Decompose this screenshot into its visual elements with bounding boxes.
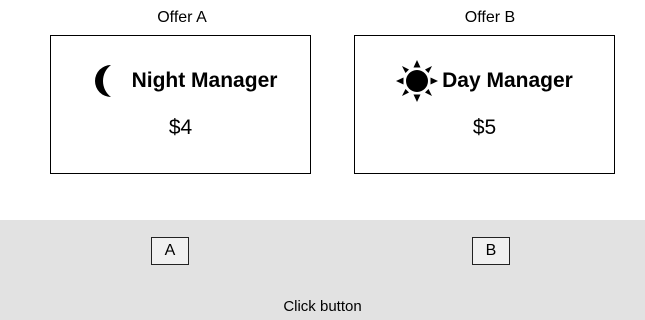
offer-choice-screen: Offer A Offer B Night Manager $4 Day Man… bbox=[0, 0, 645, 320]
offer-b-price: $5 bbox=[472, 116, 497, 139]
offer-a-title-row: Night Manager bbox=[51, 60, 310, 102]
moon-icon bbox=[84, 60, 126, 102]
offer-a-button[interactable]: A bbox=[151, 237, 189, 265]
offer-a-price: $4 bbox=[168, 116, 193, 139]
sun-icon bbox=[396, 60, 439, 102]
offer-b-title-row: Day Manager bbox=[355, 60, 614, 102]
offer-b-button[interactable]: B bbox=[472, 237, 510, 265]
offer-b-card: Day Manager $5 bbox=[354, 35, 615, 174]
offer-b-heading: Offer B bbox=[464, 9, 516, 26]
offer-a-title: Night Manager bbox=[131, 69, 278, 92]
offer-b-title: Day Manager bbox=[442, 69, 573, 92]
instruction-text: Click button bbox=[283, 298, 362, 315]
offer-a-heading: Offer A bbox=[157, 9, 207, 26]
button-area: A B Click button bbox=[0, 220, 645, 320]
offer-a-card: Night Manager $4 bbox=[50, 35, 311, 174]
